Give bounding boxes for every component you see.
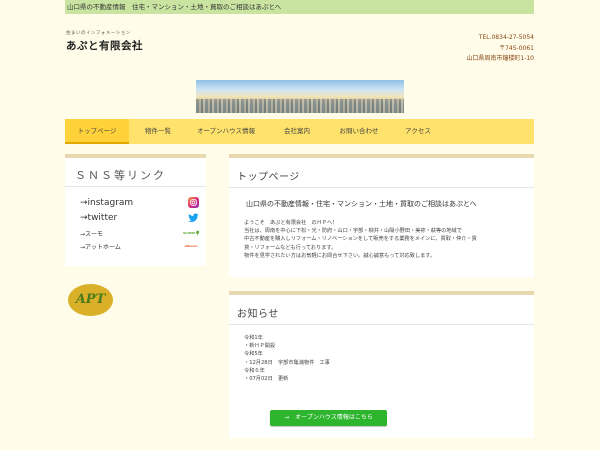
instagram-icon[interactable] [188,197,199,208]
news-line: 令和5年 [244,351,263,358]
athome-icon[interactable]: athome [183,242,199,250]
sns-widget-title: ＳＮＳ等リンク [75,169,166,182]
news-line: ・新ＨＰ開設 [244,343,276,350]
body-line: ようこそ あぷと有限会社 のＨＰへ！ [244,220,338,226]
body-line: 物件を見学されたい方はお気軽にお問合せ下さい。誠心誠意もって対応致します。 [244,252,436,259]
news-line: ・07月02日 更新 [244,376,289,383]
page: 山口県の不動産情報 住宅・マンション・土地・買取のご相談はあぷとへ 住まいのイン… [0,0,600,450]
top-notice-text: 山口県の不動産情報 住宅・マンション・土地・買取のご相談はあぷとへ [67,3,282,11]
nav-item-top[interactable]: トップページ [65,119,129,144]
address: 山口県周南市鐘楼町1-10 [466,55,534,62]
news-section: お知らせ 令和1年 ・新ＨＰ開設 令和5年 ・12月28日 宇部市亀浦物件 工事… [229,291,534,438]
body-line: 中古不動産を購入しリフォーム・リノベーションをして販売をする業務をメインに、買取… [244,236,477,243]
nav-item-company[interactable]: 会社案内 [265,119,329,144]
sns-link-twitter[interactable]: →twitter [80,213,117,223]
news-line: 令和６年 [244,367,265,374]
sns-link-athome[interactable]: →アットホーム [80,242,121,251]
news-list: 令和1年 ・新ＨＰ開設 令和5年 ・12月28日 宇部市亀浦物件 工事 令和６年… [244,334,330,383]
body-line: 貸・リフォームなども行っております。 [244,244,337,251]
nav-item-access[interactable]: アクセス [389,119,447,144]
body-line: 当社は、周南を中心に下松・光・防府・山口・宇部・柳井・山陽小野田・美祢・萩等の地… [244,228,462,235]
top-page-body: ようこそ あぷと有限会社 のＨＰへ！ 当社は、周南を中心に下松・光・防府・山口・… [244,219,477,260]
logo-tagline: 住まいのインフォメーション [66,31,131,36]
top-page-lead: 山口県の不動産情報・住宅・マンション・土地・買取のご相談はあぷとへ [246,200,477,208]
news-line: ・12月28日 宇部市亀浦物件 工事 [244,359,330,366]
top-page-section: トップページ 山口県の不動産情報・住宅・マンション・土地・買取のご相談はあぷとへ… [229,154,534,277]
phone-number: TEL.0834-27-5054 [478,34,534,41]
top-page-title: トップページ [237,172,300,183]
top-notice-bar: 山口県の不動産情報 住宅・マンション・土地・買取のご相談はあぷとへ [65,0,534,14]
nav-item-open-house[interactable]: オープンハウス情報 [187,119,265,144]
apt-logo-badge[interactable]: APT [68,284,113,316]
sns-link-instagram[interactable]: →instagram [80,198,133,208]
nav-item-contact[interactable]: お問い合わせ [329,119,389,144]
company-logo[interactable]: あぷと有限会社 [66,38,143,53]
news-line: 令和1年 [244,335,263,341]
header-banner-image [196,80,404,113]
contact-info: TEL.0834-27-5054 〒745-0061 山口県周南市鐘楼町1-10 [466,33,534,65]
news-title: お知らせ [237,309,279,320]
sns-link-suumo[interactable]: →スーモ [80,229,103,238]
twitter-icon[interactable] [188,212,199,223]
main-nav: トップページ 物件一覧 オープンハウス情報 会社案内 お問い合わせ アクセス [65,119,534,144]
sns-links-widget: ＳＮＳ等リンク →instagram →twitter →スーモ SUUMO →… [65,154,206,266]
open-house-button[interactable]: → オープンハウス情報はこちら [270,410,387,426]
nav-item-properties[interactable]: 物件一覧 [129,119,187,144]
suumo-icon[interactable]: SUUMO [183,227,199,238]
postal-code: 〒745-0061 [499,44,534,52]
